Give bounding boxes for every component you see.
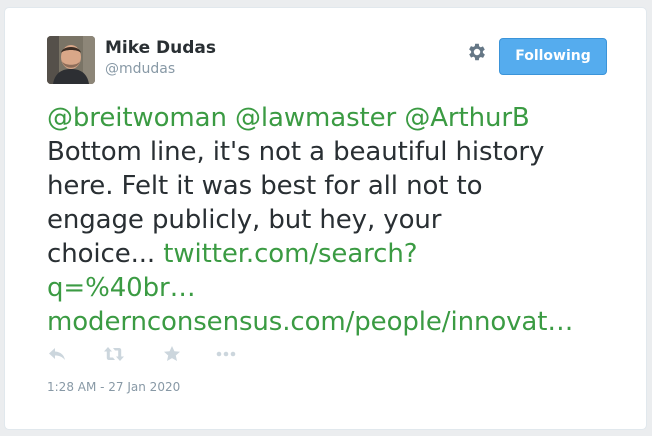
tweet-timestamp[interactable]: 1:28 AM - 27 Jan 2020 [47, 380, 180, 394]
tweet-line: Bottom line, it's not a beautiful histor… [47, 137, 545, 167]
link-line: modernconsensus.com/people/innovat… [47, 305, 637, 339]
mention-breitwoman[interactable]: @breitwoman [47, 103, 227, 133]
more-icon[interactable] [215, 345, 237, 363]
tweet-card: Mike Dudas @mdudas Following @breitwoman… [4, 7, 647, 430]
gear-icon[interactable] [466, 41, 488, 63]
reply-icon[interactable] [47, 345, 69, 363]
author-name[interactable]: Mike Dudas [105, 38, 216, 58]
mention-lawmaster[interactable]: @lawmaster [235, 103, 396, 133]
mention-arthurb[interactable]: @ArthurB [404, 103, 529, 133]
mentions-line: @breitwoman @lawmaster @ArthurB [47, 101, 637, 135]
link-line: q=%40br… [47, 271, 637, 305]
following-button[interactable]: Following [499, 38, 607, 75]
author-avatar[interactable] [47, 36, 95, 84]
modernconsensus-link[interactable]: modernconsensus.com/people/innovat… [47, 307, 573, 337]
tweet-line: here. Felt it was best for all not to [47, 171, 483, 201]
tweet-line: choice... [47, 239, 156, 269]
retweet-icon[interactable] [103, 345, 125, 363]
favorite-icon[interactable] [162, 345, 184, 363]
author-handle[interactable]: @mdudas [105, 61, 175, 77]
tweet-line: engage publicly, but hey, your [47, 205, 442, 235]
twitter-search-link-continued[interactable]: q=%40br… [47, 273, 196, 303]
tweet-line-with-link: choice... twitter.com/search? [47, 237, 637, 271]
tweet-text: @breitwoman @lawmaster @ArthurB Bottom l… [47, 101, 637, 339]
twitter-search-link[interactable]: twitter.com/search? [163, 239, 417, 269]
